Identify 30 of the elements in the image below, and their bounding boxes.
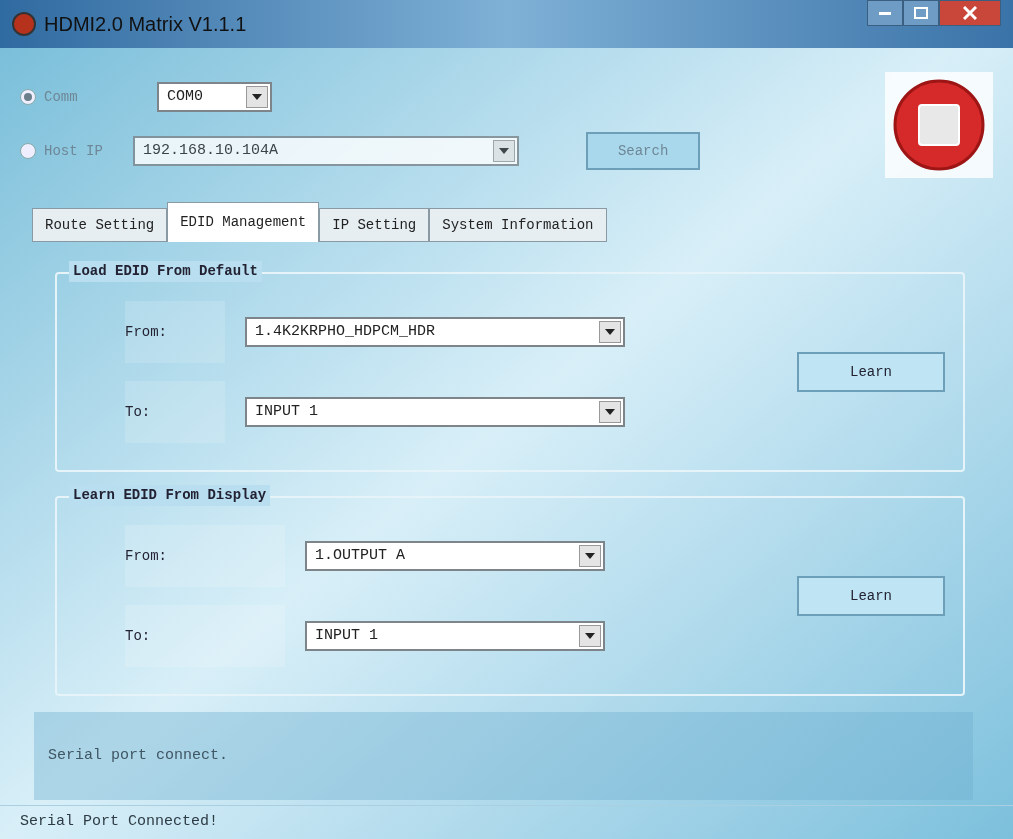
close-icon — [963, 6, 977, 20]
field-label: From: — [125, 301, 225, 363]
field-label: To: — [125, 381, 225, 443]
status-bar: Serial Port Connected! — [0, 805, 1013, 839]
stop-icon — [893, 79, 985, 171]
edid-dropdown[interactable]: 1.4K2KRPHO_HDPCM_HDR — [245, 317, 625, 347]
maximize-icon — [914, 7, 928, 19]
group-title: Learn EDID From Display — [69, 485, 271, 506]
tab[interactable]: System Information — [429, 208, 607, 242]
window-title: HDMI2.0 Matrix V1.1.1 — [44, 12, 247, 37]
edid-dropdown[interactable]: INPUT 1 — [245, 397, 625, 427]
group-title: Load EDID From Default — [69, 261, 262, 282]
learn-button[interactable]: Learn — [797, 352, 945, 392]
app-logo-icon — [12, 12, 36, 36]
ip-dropdown[interactable]: 192.168.10.104A — [132, 136, 520, 166]
stop-button[interactable] — [885, 72, 993, 178]
tab[interactable]: EDID Management — [167, 202, 320, 242]
tab[interactable]: IP Setting — [319, 208, 430, 242]
port-dropdown[interactable]: COM0 — [157, 82, 272, 112]
learn-button[interactable]: Learn — [797, 576, 945, 616]
message-panel: Serial port connect. — [34, 712, 973, 800]
edid-dropdown[interactable]: 1.OUTPUT A — [305, 541, 605, 571]
close-button[interactable] — [939, 0, 1001, 26]
field-label: To: — [125, 605, 285, 667]
minimize-icon — [879, 11, 891, 15]
field-label: From: — [125, 525, 285, 587]
edid-dropdown[interactable]: INPUT 1 — [305, 621, 605, 651]
minimize-button[interactable] — [867, 0, 903, 26]
maximize-button[interactable] — [903, 0, 939, 26]
tab[interactable]: Route Setting — [32, 208, 168, 242]
